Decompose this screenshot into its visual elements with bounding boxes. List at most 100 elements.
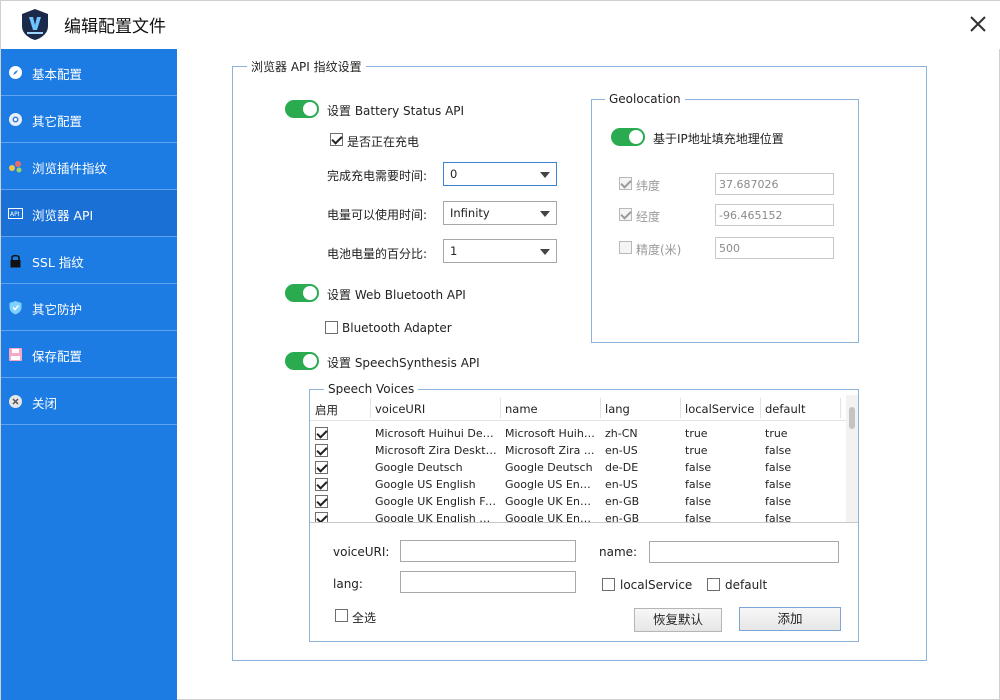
voices-table: 启用 voiceURI name lang localService defau… xyxy=(310,395,858,523)
sidebar-item-browser-api[interactable]: API 浏览器 API xyxy=(1,190,177,237)
row-enable-checkbox[interactable] xyxy=(315,461,328,474)
column-header: name xyxy=(505,402,538,416)
cell-lang: en-GB xyxy=(605,495,640,508)
geo-ip-toggle[interactable] xyxy=(611,128,645,146)
sidebar-item-label: 其它配置 xyxy=(32,114,83,129)
discharge-time-value: Infinity xyxy=(450,206,490,220)
cell-default: false xyxy=(765,444,792,457)
close-icon[interactable] xyxy=(964,10,992,38)
sidebar-item-save-config[interactable]: 保存配置 xyxy=(1,331,177,378)
default-label: default xyxy=(725,578,768,592)
charging-checkbox[interactable] xyxy=(330,133,343,146)
chevron-down-icon xyxy=(540,172,550,178)
table-row[interactable]: Google US English Google US English en-U… xyxy=(310,476,846,493)
svg-text:API: API xyxy=(10,211,20,218)
table-row[interactable]: Microsoft Zira Deskto... Microsoft Zira … xyxy=(310,442,846,459)
accuracy-input[interactable] xyxy=(715,237,834,259)
web-bluetooth-label: 设置 Web Bluetooth API xyxy=(327,288,466,302)
cell-voiceuri: Google UK English Male xyxy=(375,512,497,523)
sidebar-item-label: 其它防护 xyxy=(32,302,83,317)
cell-localservice: false xyxy=(685,461,712,474)
voices-table-header: 启用 voiceURI name lang localService defau… xyxy=(310,395,846,421)
shield-icon xyxy=(9,301,22,315)
select-all-checkbox[interactable] xyxy=(335,609,348,622)
column-header: 启用 xyxy=(315,403,338,417)
geo-ip-label: 基于IP地址填充地理位置 xyxy=(653,132,784,146)
speech-synthesis-label: 设置 SpeechSynthesis API xyxy=(327,356,480,370)
close-circle-icon xyxy=(9,395,22,408)
cell-voiceuri: Microsoft Huihui Desk... xyxy=(375,427,497,440)
latitude-checkbox[interactable] xyxy=(619,177,632,190)
charging-label: 是否正在充电 xyxy=(347,135,420,149)
charge-time-label: 完成充电需要时间: xyxy=(327,169,428,183)
bluetooth-adapter-label: Bluetooth Adapter xyxy=(342,321,452,335)
battery-level-select[interactable]: 1 xyxy=(443,239,557,263)
speech-synthesis-toggle[interactable] xyxy=(285,352,319,370)
cell-default: false xyxy=(765,495,792,508)
cell-name: Google UK Engli... xyxy=(505,495,597,508)
restore-default-button[interactable]: 恢复默认 xyxy=(634,608,722,632)
voices-table-scrollbar[interactable] xyxy=(846,395,858,522)
column-header: localService xyxy=(685,402,755,416)
default-checkbox[interactable] xyxy=(707,578,720,591)
sidebar-item-plugin-fingerprint[interactable]: 浏览插件指纹 xyxy=(1,143,177,190)
row-enable-checkbox[interactable] xyxy=(315,427,328,440)
cell-name: Google US English xyxy=(505,478,597,491)
row-enable-checkbox[interactable] xyxy=(315,495,328,508)
sidebar-item-label: 保存配置 xyxy=(32,349,83,364)
longitude-checkbox[interactable] xyxy=(619,208,632,221)
cell-lang: de-DE xyxy=(605,461,639,474)
scrollbar-thumb[interactable] xyxy=(849,407,855,429)
row-enable-checkbox[interactable] xyxy=(315,512,328,522)
table-row[interactable]: Google UK English Fe... Google UK Engli.… xyxy=(310,493,846,510)
row-enable-checkbox[interactable] xyxy=(315,444,328,457)
cell-localservice: false xyxy=(685,495,712,508)
web-bluetooth-toggle[interactable] xyxy=(285,284,319,302)
table-row[interactable]: Google Deutsch Google Deutsch de-DE fals… xyxy=(310,459,846,476)
sidebar-item-other-protection[interactable]: 其它防护 xyxy=(1,284,177,331)
sidebar-item-basic-config[interactable]: 基本配置 xyxy=(1,49,177,96)
api-icon: API xyxy=(8,208,23,219)
latitude-input[interactable] xyxy=(715,173,834,195)
cell-default: false xyxy=(765,478,792,491)
sidebar-item-other-config[interactable]: 其它配置 xyxy=(1,96,177,143)
column-header: lang xyxy=(605,402,630,416)
cell-name: Microsoft Zira ... xyxy=(505,444,595,457)
select-all-label: 全选 xyxy=(352,611,377,625)
geolocation-group-title: Geolocation xyxy=(605,92,685,106)
lock-icon xyxy=(10,254,21,268)
chevron-down-icon xyxy=(540,211,550,217)
cell-lang: en-US xyxy=(605,444,638,457)
accuracy-checkbox[interactable] xyxy=(619,241,632,254)
local-service-checkbox[interactable] xyxy=(602,578,615,591)
cell-voiceuri: Microsoft Zira Deskto... xyxy=(375,444,497,457)
app-logo-icon xyxy=(22,9,48,40)
cell-lang: en-GB xyxy=(605,512,640,523)
charge-time-select[interactable]: 0 xyxy=(443,162,557,186)
discharge-time-select[interactable]: Infinity xyxy=(443,201,557,225)
cell-name: Google Deutsch xyxy=(505,461,593,474)
lang-input[interactable] xyxy=(400,571,576,593)
edit-profile-window: 编辑配置文件 基本配置 其它配置 浏览插件指纹 API 浏览器 API SSL … xyxy=(0,0,1000,700)
speech-voices-title: Speech Voices xyxy=(324,382,419,396)
table-row[interactable]: Google UK English Male Google UK Engli..… xyxy=(310,510,846,523)
voiceuri-input[interactable] xyxy=(400,540,576,562)
table-row[interactable]: Microsoft Huihui Desk... Microsoft Huihu… xyxy=(310,425,846,442)
battery-status-label: 设置 Battery Status API xyxy=(327,104,465,118)
sidebar-item-ssl-fingerprint[interactable]: SSL 指纹 xyxy=(1,237,177,284)
voiceuri-field-label: voiceURI: xyxy=(333,545,390,559)
longitude-input[interactable] xyxy=(715,204,834,226)
battery-status-toggle[interactable] xyxy=(285,100,319,118)
name-input[interactable] xyxy=(649,541,839,563)
cell-voiceuri: Google US English xyxy=(375,478,476,491)
add-voice-button[interactable]: 添加 xyxy=(739,607,841,631)
sidebar-item-close[interactable]: 关闭 xyxy=(1,378,177,425)
chrome-icon xyxy=(9,113,22,126)
bluetooth-adapter-checkbox[interactable] xyxy=(325,321,338,334)
chevron-down-icon xyxy=(540,249,550,255)
compass-icon xyxy=(9,66,22,79)
lang-field-label: lang: xyxy=(333,577,363,591)
row-enable-checkbox[interactable] xyxy=(315,478,328,491)
battery-level-value: 1 xyxy=(450,244,458,258)
sidebar-item-label: SSL 指纹 xyxy=(32,255,84,270)
